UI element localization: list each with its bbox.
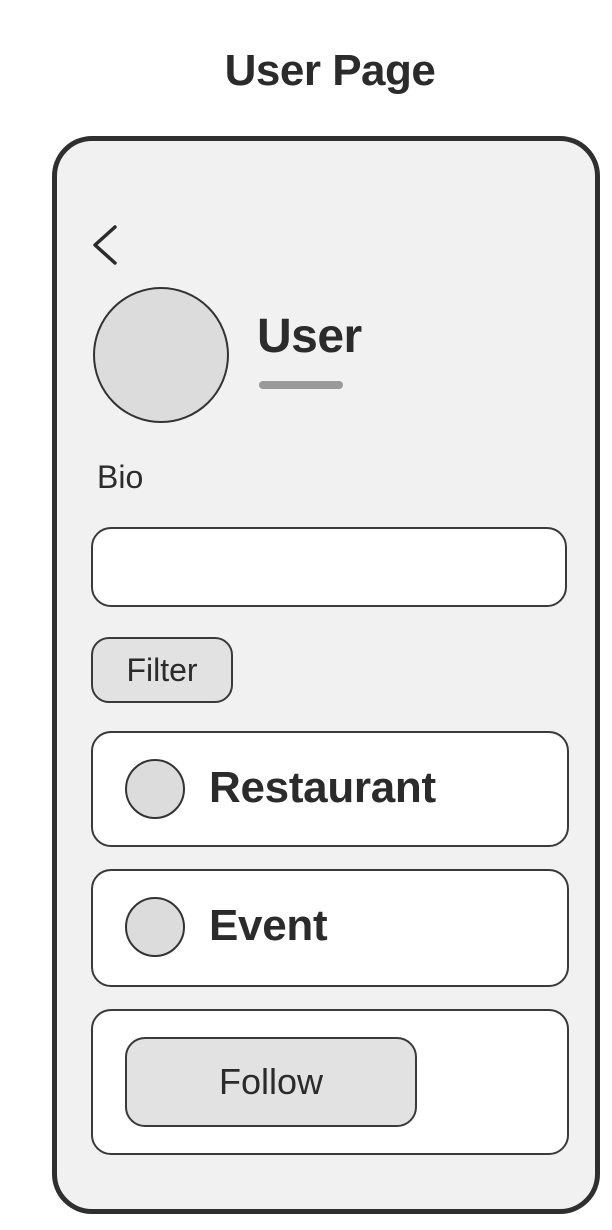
event-radio[interactable] [125,897,185,957]
bio-input[interactable] [91,527,567,607]
back-button[interactable] [87,221,127,269]
event-card[interactable]: Event [91,869,569,987]
restaurant-radio[interactable] [125,759,185,819]
restaurant-card[interactable]: Restaurant [91,731,569,847]
phone-frame: User Bio Filter Restaurant Event Follow [52,136,600,1214]
username: User [257,310,362,363]
follow-button[interactable]: Follow [125,1037,417,1127]
restaurant-label: Restaurant [209,763,436,812]
page: User Page User Bio Filter Restaurant Eve… [0,0,612,1230]
username-underline [259,381,343,389]
page-title: User Page [224,46,436,95]
filter-button[interactable]: Filter [91,637,233,703]
bio-label: Bio [97,459,144,495]
event-label: Event [209,901,328,950]
chevron-left-icon [93,225,117,265]
avatar[interactable] [93,287,229,423]
follow-card: Follow [91,1009,569,1155]
